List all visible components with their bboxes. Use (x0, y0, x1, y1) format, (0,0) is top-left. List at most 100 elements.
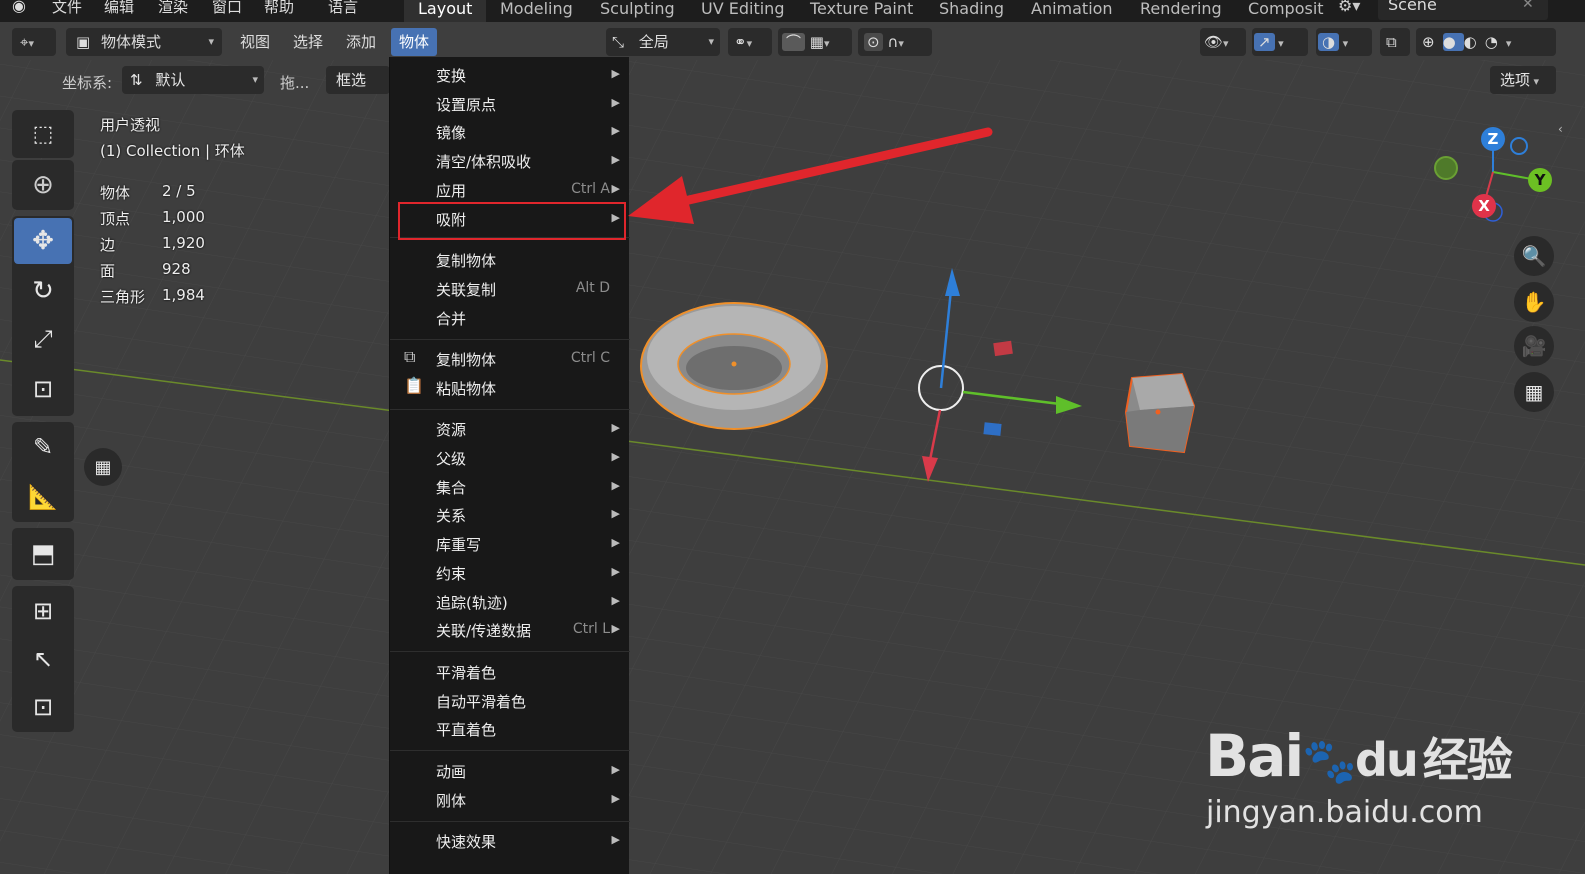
blender-logo-icon[interactable]: ◉ (12, 0, 26, 15)
add-menu[interactable]: 添加 (338, 28, 384, 56)
menu-item-label: 设置原点 (436, 96, 497, 114)
menu-item-duplicate[interactable]: 复制物体 (390, 246, 630, 274)
menu-render[interactable]: 渲染 (158, 0, 188, 17)
snap-toggle[interactable]: ⌒ ▦▾ (778, 28, 852, 56)
menu-item-paste[interactable]: 📋 粘贴物体 (390, 374, 630, 402)
overlay-toggle[interactable]: ◑ ▾ (1316, 28, 1372, 56)
y-axis-icon[interactable]: Y (1528, 168, 1552, 192)
tool-c-icon[interactable]: ⊡ (14, 684, 72, 730)
rotate-tool-icon[interactable]: ↻ (14, 268, 72, 314)
coord-system-dropdown[interactable]: ⇅ 默认 ▾ (122, 66, 264, 94)
menu-item-apply[interactable]: 应用 Ctrl A ▶ (390, 176, 630, 204)
proportional-edit-toggle[interactable]: ⊙ ∩▾ (858, 28, 932, 56)
wireframe-shading-icon[interactable]: ⊕ (1422, 33, 1443, 51)
menu-item-constraint[interactable]: 约束 ▶ (390, 559, 630, 587)
highlight-box (398, 202, 626, 240)
visibility-icon[interactable]: 👁▾ (1200, 28, 1246, 56)
menu-item-quick-effects[interactable]: 快速效果 ▶ (390, 827, 630, 855)
menu-item-collection[interactable]: 集合 ▶ (390, 473, 630, 501)
menu-separator (390, 821, 630, 822)
tab-rendering[interactable]: Rendering (1126, 0, 1236, 22)
menu-language[interactable]: 语言 (328, 0, 358, 17)
scene-icon[interactable]: ⚙▾ (1338, 0, 1360, 15)
menu-item-join[interactable]: 合并 (390, 304, 630, 332)
rendered-shading-icon[interactable]: ◔ (1485, 33, 1506, 51)
tab-shading[interactable]: Shading (925, 0, 1018, 22)
tab-uv-editing[interactable]: UV Editing (687, 0, 798, 22)
solid-shading-icon[interactable]: ● (1442, 33, 1464, 51)
menu-item-duplicate-linked[interactable]: 关联复制 Alt D (390, 275, 630, 303)
menu-edit[interactable]: 编辑 (104, 0, 134, 17)
menu-item-label: 资源 (436, 421, 467, 439)
menu-item-label: 关系 (436, 507, 467, 525)
scale-tool-icon[interactable]: ⤢ (14, 316, 72, 362)
camera-icon[interactable]: 🎥 (1514, 326, 1554, 366)
cursor-tool-icon[interactable]: ⊕ (14, 162, 72, 208)
select-box-dropdown[interactable]: 框选 (326, 66, 390, 94)
sidebar-toggle-icon[interactable]: ‹ (1558, 122, 1563, 136)
menu-item-animation[interactable]: 动画 ▶ (390, 757, 630, 785)
z-axis-icon[interactable]: Z (1481, 127, 1505, 151)
select-menu[interactable]: 选择 (285, 28, 331, 56)
menu-item-shade-auto-smooth[interactable]: 自动平滑着色 (390, 687, 630, 715)
editor-type-icon[interactable]: ⌖▾ (12, 28, 56, 56)
view-menu[interactable]: 视图 (232, 28, 278, 56)
menu-item-label: 合并 (436, 310, 467, 328)
menu-item-parent[interactable]: 父级 ▶ (390, 444, 630, 472)
annotate-tool-icon[interactable]: ✎ (14, 424, 72, 470)
select-box-tool-icon[interactable]: ⬚ (14, 111, 72, 157)
tool-a-icon[interactable]: ⊞ (14, 588, 72, 634)
tab-layout[interactable]: Layout (404, 0, 487, 22)
checker-icon[interactable]: ▦ (84, 448, 122, 486)
menu-window[interactable]: 窗口 (212, 0, 242, 17)
x-axis-icon[interactable]: X (1472, 194, 1496, 218)
tab-compositing[interactable]: Composit (1234, 0, 1338, 22)
cube-object[interactable] (1120, 370, 1200, 460)
tab-texture-paint[interactable]: Texture Paint (796, 0, 927, 22)
tab-animation[interactable]: Animation (1017, 0, 1127, 22)
submenu-arrow-icon: ▶ (611, 67, 620, 80)
menu-item-set-origin[interactable]: 设置原点 ▶ (390, 90, 630, 118)
tab-sculpting[interactable]: Sculpting (586, 0, 689, 22)
menu-item-library-override[interactable]: 库重写 ▶ (390, 530, 630, 558)
mode-dropdown[interactable]: ▣ 物体模式 ▾ (66, 28, 222, 56)
pin-icon[interactable]: ✕ (1522, 0, 1534, 12)
menu-item-mirror[interactable]: 镜像 ▶ (390, 118, 630, 146)
material-shading-icon[interactable]: ◐ (1464, 33, 1485, 51)
xray-toggle-icon[interactable]: ⧉ (1380, 28, 1410, 56)
shading-mode-group[interactable]: ⊕●◐◔▾ (1416, 28, 1556, 56)
grid-view-icon[interactable]: ▦ (1514, 372, 1554, 412)
pivot-point-icon[interactable]: ⚭▾ (728, 28, 772, 56)
object-menu-button[interactable]: 物体 (391, 28, 438, 56)
options-dropdown[interactable]: 选项 ▾ (1490, 66, 1556, 94)
menu-item-link-transfer[interactable]: 关联/传递数据 Ctrl L ▶ (390, 616, 630, 644)
menu-item-transform[interactable]: 变换 ▶ (390, 61, 630, 89)
drag-label[interactable]: 拖... (280, 72, 309, 93)
measure-tool-icon[interactable]: 📐 (14, 474, 72, 520)
orientation-label: 全局 (638, 33, 669, 51)
tool-b-icon[interactable]: ↖ (14, 636, 72, 682)
menu-item-clear[interactable]: 清空/体积吸收 ▶ (390, 147, 630, 175)
move-tool-icon[interactable]: ✥ (14, 218, 72, 264)
menu-item-shade-smooth[interactable]: 平滑着色 (390, 658, 630, 686)
submenu-arrow-icon: ▶ (611, 450, 620, 463)
menu-item-label: 库重写 (436, 536, 482, 554)
menu-item-shade-flat[interactable]: 平直着色 (390, 715, 630, 743)
menu-item-rigid-body[interactable]: 刚体 ▶ (390, 786, 630, 814)
torus-object[interactable] (636, 300, 836, 435)
menu-file[interactable]: 文件 (52, 0, 82, 17)
menu-help[interactable]: 帮助 (264, 0, 294, 17)
add-cube-tool-icon[interactable]: ⬒ (14, 531, 72, 577)
menu-item-track[interactable]: 追踪(轨迹) ▶ (390, 588, 630, 616)
transform-tool-icon[interactable]: ⊡ (14, 366, 72, 412)
menu-item-label: 父级 (436, 450, 467, 468)
menu-item-asset[interactable]: 资源 ▶ (390, 415, 630, 443)
menu-item-copy[interactable]: ⧉ 复制物体 Ctrl C (390, 345, 630, 373)
tab-modeling[interactable]: Modeling (486, 0, 587, 22)
gizmo-toggle[interactable]: ↗ ▾ (1252, 28, 1308, 56)
transform-orientation-dropdown[interactable]: ⤡ 全局 ▾ (606, 28, 720, 56)
transform-gizmo[interactable] (900, 260, 1100, 490)
pan-hand-icon[interactable]: ✋ (1514, 282, 1554, 322)
menu-item-relations[interactable]: 关系 ▶ (390, 501, 630, 529)
zoom-icon[interactable]: 🔍 (1514, 236, 1554, 276)
